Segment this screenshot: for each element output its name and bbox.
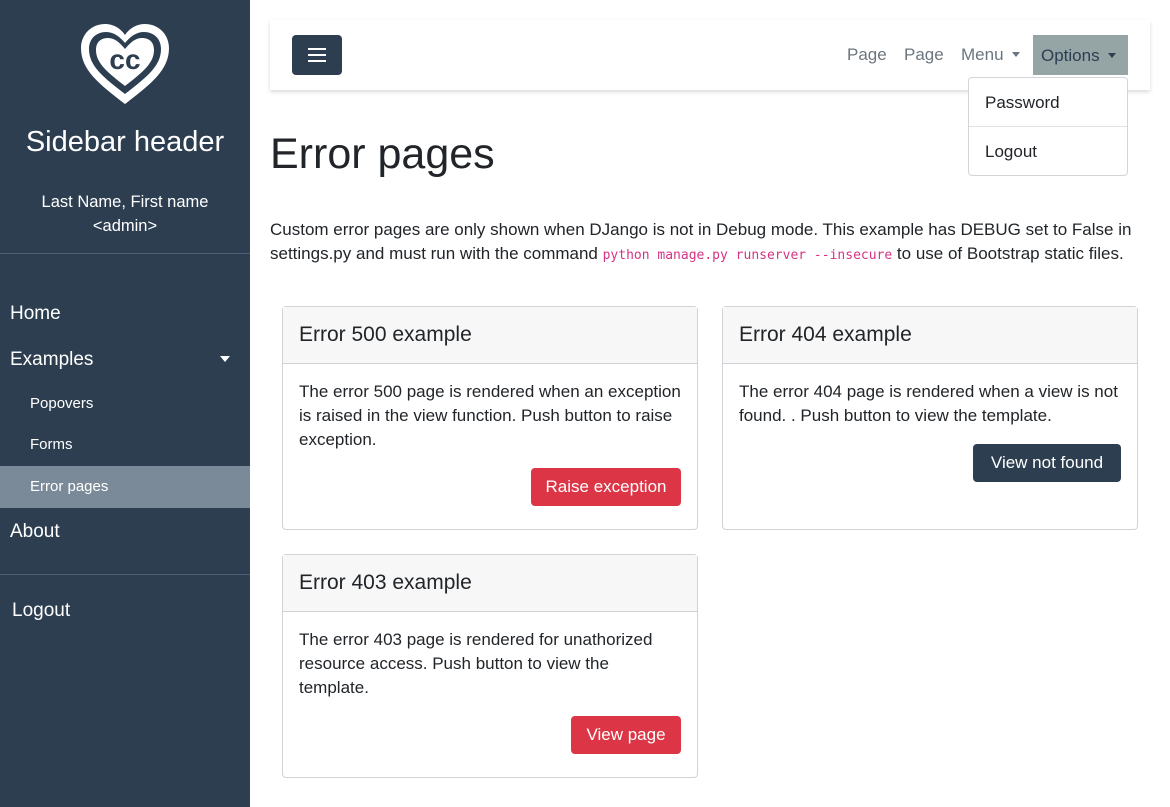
- card-body: The error 500 page is rendered when an e…: [283, 364, 697, 468]
- sidebar-item-error-pages[interactable]: Error pages: [0, 466, 250, 508]
- view-not-found-button[interactable]: View not found: [973, 444, 1121, 482]
- menu-label: Menu: [961, 45, 1004, 64]
- card-text: The error 403 page is rendered for unath…: [299, 630, 653, 697]
- sidebar-item-logout[interactable]: Logout: [12, 600, 70, 622]
- sidebar-item-about[interactable]: About: [10, 521, 60, 543]
- view-page-button[interactable]: View page: [571, 716, 681, 754]
- sidebar-divider: [0, 574, 250, 575]
- hamburger-icon: [308, 54, 326, 56]
- sidebar-header: Sidebar header: [25, 126, 225, 158]
- intro-text: Custom error pages are only shown when D…: [270, 218, 1160, 268]
- dropdown-divider: [969, 126, 1127, 127]
- caret-down-icon: [1011, 51, 1020, 57]
- sidebar-item-forms[interactable]: Forms: [0, 424, 250, 466]
- card-error-403: Error 403 example The error 403 page is …: [282, 554, 698, 778]
- page-title: Error pages: [270, 130, 495, 178]
- card-title: Error 404 example: [723, 307, 1137, 364]
- nav-link-page[interactable]: Page: [847, 45, 887, 65]
- card-text: The error 404 page is rendered when a vi…: [739, 382, 1118, 425]
- sidebar-divider: [0, 253, 250, 254]
- sidebar-item-home[interactable]: Home: [10, 303, 61, 325]
- card-body: The error 404 page is rendered when a vi…: [723, 364, 1137, 444]
- user-name: Last Name, First name: [41, 193, 209, 211]
- user-role: <admin>: [92, 217, 158, 235]
- nav-link-page[interactable]: Page: [904, 45, 944, 65]
- card-error-404: Error 404 example The error 404 page is …: [722, 306, 1138, 530]
- dropdown-item-password[interactable]: Password: [985, 93, 1060, 113]
- card-body: The error 403 page is rendered for unath…: [283, 612, 697, 716]
- caret-down-icon: [1107, 52, 1116, 58]
- hamburger-icon: [308, 48, 326, 50]
- options-label: Options: [1041, 46, 1100, 65]
- options-dropdown-menu: Password Logout: [968, 77, 1128, 176]
- card-title: Error 500 example: [283, 307, 697, 364]
- card-text: The error 500 page is rendered when an e…: [299, 382, 681, 449]
- card-error-500: Error 500 example The error 500 page is …: [282, 306, 698, 530]
- sidebar-item-popovers[interactable]: Popovers: [0, 383, 250, 425]
- sidebar-item-examples[interactable]: Examples: [10, 349, 93, 371]
- sidebar: cc Sidebar header Last Name, First name …: [0, 0, 250, 807]
- dropdown-item-logout[interactable]: Logout: [985, 142, 1037, 162]
- nav-menu-dropdown[interactable]: Menu: [961, 45, 1020, 65]
- svg-text:cc: cc: [109, 44, 140, 75]
- card-title: Error 403 example: [283, 555, 697, 612]
- creative-commons-heart-logo: cc: [81, 24, 169, 104]
- sidebar-toggle-button[interactable]: [292, 35, 342, 75]
- nav-options-dropdown[interactable]: Options: [1033, 35, 1128, 75]
- hamburger-icon: [308, 60, 326, 62]
- command-code: python manage.py runserver --insecure: [602, 248, 893, 263]
- sidebar-user: Last Name, First name <admin>: [0, 190, 250, 238]
- raise-exception-button[interactable]: Raise exception: [531, 468, 681, 506]
- chevron-down-icon[interactable]: [220, 356, 230, 362]
- intro-text-end: to use of Bootstrap static files.: [892, 244, 1124, 263]
